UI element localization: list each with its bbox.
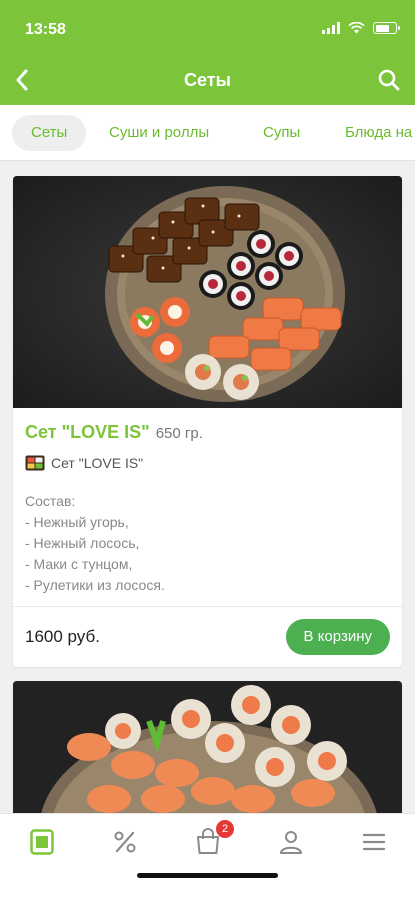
product-weight: 650 гр. [155, 425, 203, 442]
description-line: - Маки с тунцом, [25, 556, 133, 572]
tab-more[interactable] [354, 826, 394, 858]
battery-icon [373, 22, 400, 34]
product-subtitle-row: Сет "LOVE IS" [25, 455, 390, 471]
product-name[interactable]: Сет "LOVE IS" [25, 422, 150, 443]
search-button[interactable] [371, 62, 407, 98]
tab-promotions[interactable] [105, 826, 145, 858]
sushi-set-photo [13, 176, 402, 408]
product-card[interactable] [13, 681, 402, 813]
menu-card-icon [30, 829, 54, 855]
product-title-row: Сет "LOVE IS" 650 гр. [25, 422, 390, 443]
category-tabs: Сеты Суши и роллы Супы Блюда на [0, 105, 415, 161]
description-line: Состав: [25, 493, 76, 509]
description-line: - Нежный лосось, [25, 535, 140, 551]
status-icons [322, 22, 400, 34]
hamburger-icon [363, 833, 385, 851]
add-to-cart-button[interactable]: В корзину [285, 619, 390, 655]
navbar: Сеты [0, 56, 415, 104]
product-info: Сет "LOVE IS" 650 гр. Сет "LOVE IS" Сост… [13, 408, 402, 667]
page-title: Сеты [184, 70, 231, 90]
product-subtitle: Сет "LOVE IS" [51, 455, 144, 471]
tab-dishes[interactable]: Блюда на [326, 115, 415, 151]
percent-icon [114, 831, 136, 853]
tab-sushi-rolls[interactable]: Суши и роллы [90, 115, 228, 151]
search-icon [378, 69, 400, 91]
product-feed[interactable]: Сет "LOVE IS" 650 гр. Сет "LOVE IS" Сост… [0, 161, 415, 813]
product-price: 1600 руб. [25, 627, 100, 646]
description-line: - Нежный угорь, [25, 514, 129, 530]
product-card[interactable]: Сет "LOVE IS" 650 гр. Сет "LOVE IS" Сост… [13, 176, 402, 667]
wifi-icon [348, 22, 365, 34]
sushi-set-photo [13, 681, 402, 813]
profile-icon [280, 831, 302, 854]
tab-menu[interactable] [22, 826, 62, 858]
product-description: Состав: - Нежный угорь, - Нежный лосось,… [25, 491, 390, 596]
tab-cart[interactable]: 2 [188, 820, 234, 858]
product-image[interactable] [13, 681, 402, 813]
cart-count-badge: 2 [216, 820, 234, 838]
bottom-tab-bar: 2 [0, 813, 415, 900]
bento-box-icon [25, 455, 45, 471]
tab-soups[interactable]: Супы [244, 115, 319, 151]
status-bar: 13:58 [0, 0, 415, 55]
tab-sets[interactable]: Сеты [12, 115, 87, 151]
tab-profile[interactable] [271, 826, 311, 858]
home-indicator [137, 873, 278, 878]
product-footer: 1600 руб. В корзину [25, 607, 390, 667]
signal-icon [322, 22, 340, 34]
app-header: 13:58 Сеты [0, 0, 415, 105]
product-image[interactable] [13, 176, 402, 408]
description-line: - Рулетики из лосося. [25, 577, 165, 593]
status-time: 13:58 [25, 21, 66, 38]
